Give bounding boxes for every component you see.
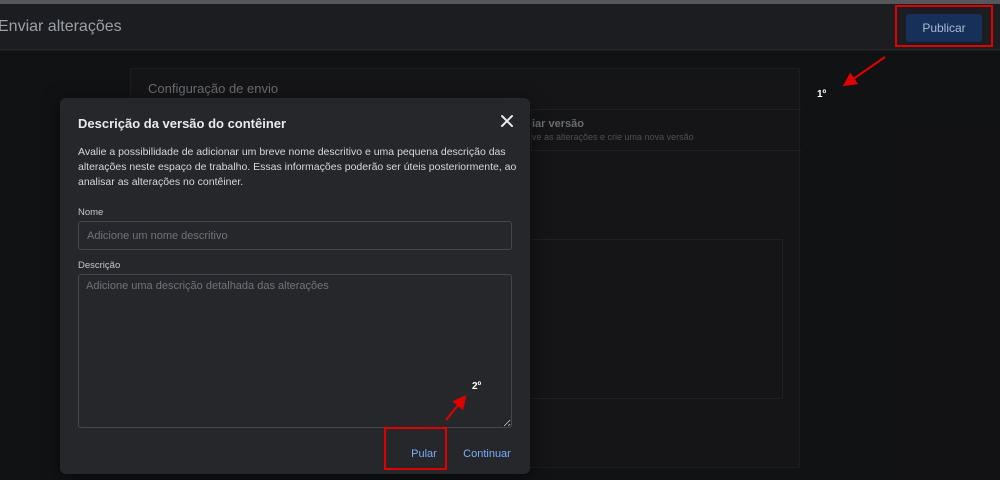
dialog-title: Descrição da versão do contêiner	[78, 116, 287, 131]
step-2-label: 2º	[472, 381, 482, 392]
dialog-description: Avalie a possibilidade de adicionar um b…	[78, 146, 517, 188]
close-icon	[501, 115, 513, 127]
close-button[interactable]	[496, 110, 518, 132]
continue-button[interactable]: Continuar	[458, 445, 516, 463]
skip-highlight-box	[384, 427, 447, 470]
page-title: Enviar alterações	[0, 18, 122, 35]
name-input[interactable]	[78, 221, 512, 250]
name-label: Nome	[78, 207, 104, 218]
description-textarea[interactable]	[78, 274, 512, 428]
page-header: Enviar alterações Publicar	[0, 4, 1000, 50]
step-1-label: 1º	[817, 89, 827, 100]
description-label: Descrição	[78, 260, 121, 271]
version-description-dialog: Descrição da versão do contêiner Avalie …	[60, 98, 530, 474]
publish-highlight-box	[895, 5, 993, 47]
